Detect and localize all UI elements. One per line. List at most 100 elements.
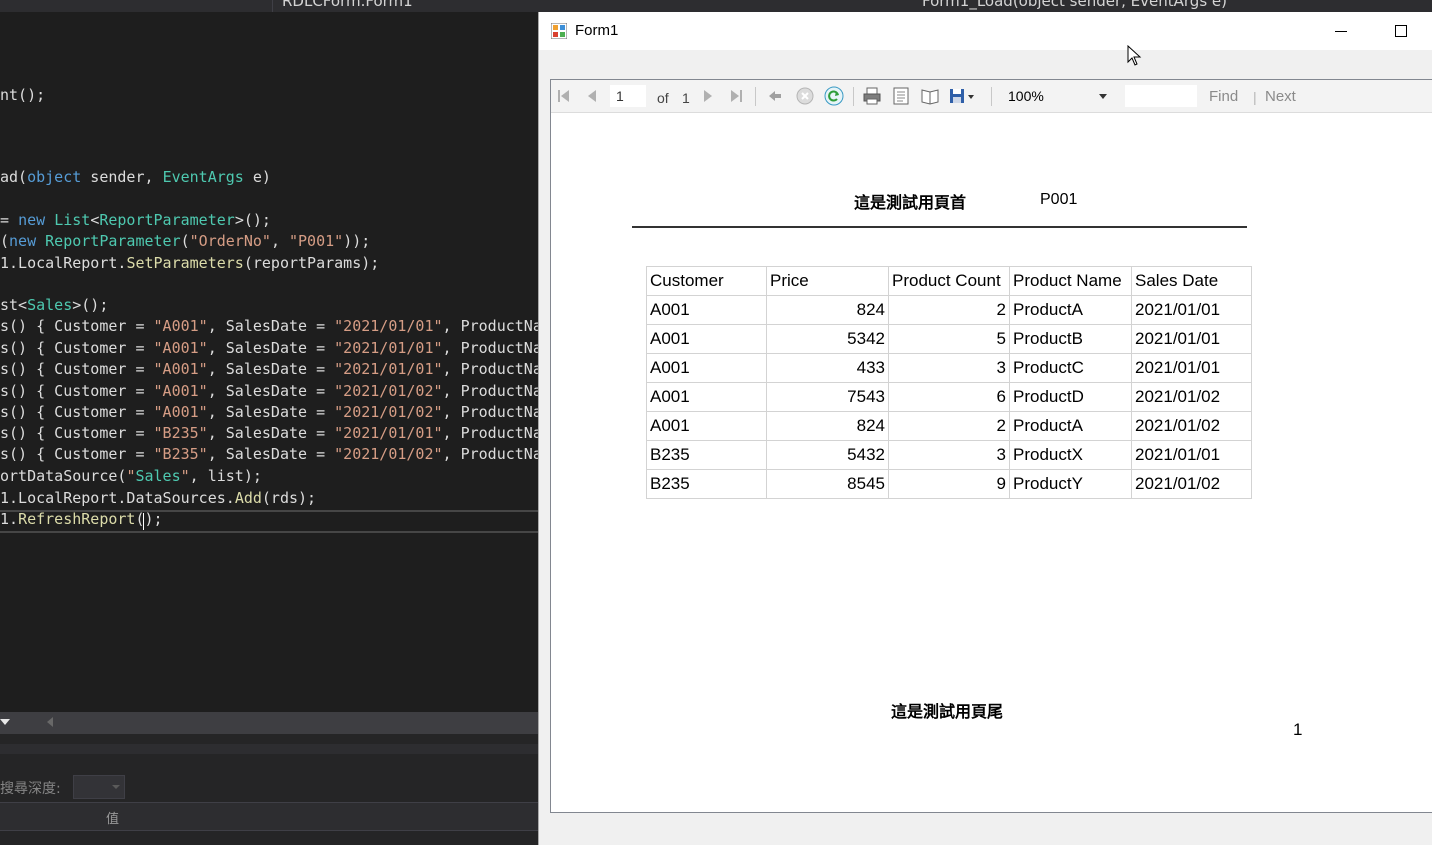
cell-sales-date: 2021/01/01 xyxy=(1131,295,1252,325)
next-page-icon[interactable] xyxy=(697,86,717,106)
cell-sales-date: 2021/01/01 xyxy=(1131,353,1252,383)
scroll-left-arrow-icon[interactable] xyxy=(47,717,53,727)
cell-price: 5342 xyxy=(766,324,889,354)
chevron-down-icon xyxy=(1099,94,1107,99)
last-page-icon[interactable] xyxy=(726,86,746,106)
value-column-header[interactable]: 值 xyxy=(106,808,119,827)
zoom-value: 100% xyxy=(1008,88,1044,104)
cell-price: 5432 xyxy=(766,440,889,470)
page-number: 1 xyxy=(1293,720,1303,739)
cell-price: 824 xyxy=(766,411,889,441)
code-line: ortDataSource("Sales", list); xyxy=(0,467,262,485)
code-line: = new List<ReportParameter>(); xyxy=(0,211,271,229)
report-viewer: 1 of 1 100% Find | Next 這是測試用頁首 P001 Cus… xyxy=(550,79,1432,813)
find-text-input[interactable] xyxy=(1125,85,1197,107)
tab-form1-designer[interactable]: RDLCForm.Form1 xyxy=(282,0,413,10)
report-toolbar: 1 of 1 100% Find | Next xyxy=(551,80,1432,113)
grid-divider xyxy=(0,830,538,831)
editor-horizontal-scrollbar[interactable] xyxy=(0,712,538,734)
column-header-sales-date: Sales Date xyxy=(1131,266,1252,296)
column-header-product-name: Product Name xyxy=(1009,266,1132,296)
maximize-button[interactable] xyxy=(1371,12,1431,50)
cell-product-name: ProductA xyxy=(1009,295,1132,325)
back-to-parent-icon[interactable] xyxy=(765,86,785,106)
window-title: Form1 xyxy=(575,22,619,39)
cell-product-name: ProductD xyxy=(1009,382,1132,412)
cell-product-count: 6 xyxy=(888,382,1010,412)
cell-customer: A001 xyxy=(646,295,767,325)
code-line: s() { Customer = "A001", SalesDate = "20… xyxy=(0,339,538,357)
cell-sales-date: 2021/01/02 xyxy=(1131,382,1252,412)
cell-product-count: 3 xyxy=(888,353,1010,383)
zoom-select[interactable]: 100% xyxy=(1004,85,1114,107)
code-line: 1.LocalReport.DataSources.Add(rds); xyxy=(0,489,317,507)
cell-sales-date: 2021/01/02 xyxy=(1131,411,1252,441)
find-next-button[interactable]: Next xyxy=(1265,88,1296,105)
table-row: B235 5432 3 ProductX 2021/01/01 xyxy=(646,440,1252,470)
code-line: 1.RefreshReport(); xyxy=(0,510,163,528)
toolbar-separator xyxy=(991,87,992,106)
cell-product-count: 2 xyxy=(888,295,1010,325)
cell-product-count: 5 xyxy=(888,324,1010,354)
cell-customer: A001 xyxy=(646,353,767,383)
cell-price: 433 xyxy=(766,353,889,383)
search-depth-label: 搜尋深度: xyxy=(0,781,61,797)
table-row: A001 824 2 ProductA 2021/01/02 xyxy=(646,411,1252,441)
minimize-button[interactable] xyxy=(1311,12,1371,50)
watch-panel: 搜尋深度: 值 xyxy=(0,734,538,845)
export-save-icon[interactable] xyxy=(948,86,980,106)
cell-price: 824 xyxy=(766,295,889,325)
stop-rendering-icon[interactable] xyxy=(795,86,815,106)
mouse-pointer-icon xyxy=(1127,45,1142,66)
print-icon[interactable] xyxy=(862,86,882,106)
search-depth-select[interactable] xyxy=(73,775,125,799)
table-row: A001 5342 5 ProductB 2021/01/01 xyxy=(646,324,1252,354)
cell-product-name: ProductB xyxy=(1009,324,1132,354)
toolbar-separator xyxy=(853,87,854,106)
table-row: A001 433 3 ProductC 2021/01/01 xyxy=(646,353,1252,383)
cell-product-count: 2 xyxy=(888,411,1010,441)
code-line: st<Sales>(); xyxy=(0,296,109,314)
cell-customer: B235 xyxy=(646,469,767,499)
find-button[interactable]: Find xyxy=(1209,88,1238,105)
cell-product-name: ProductC xyxy=(1009,353,1132,383)
zoom-dropdown-arrow-icon[interactable] xyxy=(0,719,10,725)
tab-divider xyxy=(272,0,273,12)
column-header-customer: Customer xyxy=(646,266,767,296)
find-next-divider: | xyxy=(1253,89,1257,105)
member-dropdown[interactable]: Form1_Load(object sender, EventArgs e) xyxy=(922,0,1227,10)
column-header-price: Price xyxy=(766,266,889,296)
toolbar-separator xyxy=(755,87,756,106)
code-editor[interactable]: nt(); ad(object sender, EventArgs e) = new… xyxy=(0,12,538,712)
report-page: 這是測試用頁首 P001 Customer Price Product Coun… xyxy=(551,113,1432,812)
cell-customer: A001 xyxy=(646,382,767,412)
cell-product-name: ProductA xyxy=(1009,411,1132,441)
print-layout-icon[interactable] xyxy=(891,86,911,106)
code-line: s() { Customer = "A001", SalesDate = "20… xyxy=(0,382,538,400)
cell-customer: A001 xyxy=(646,324,767,354)
cell-sales-date: 2021/01/01 xyxy=(1131,440,1252,470)
code-line: s() { Customer = "A001", SalesDate = "20… xyxy=(0,360,538,378)
table-row: B235 8545 9 ProductY 2021/01/02 xyxy=(646,469,1252,499)
page-header-title: 這是測試用頁首 xyxy=(854,193,967,212)
cell-customer: A001 xyxy=(646,411,767,441)
cell-customer: B235 xyxy=(646,440,767,470)
refresh-icon[interactable] xyxy=(824,86,844,106)
form-app-icon xyxy=(551,23,567,39)
sales-table: Customer Price Product Count Product Nam… xyxy=(646,266,1252,499)
code-line: nt(); xyxy=(0,86,46,104)
current-page-input[interactable]: 1 xyxy=(610,85,646,107)
text-caret xyxy=(143,513,144,530)
code-line: s() { Customer = "B235", SalesDate = "20… xyxy=(0,424,538,442)
cell-product-count: 3 xyxy=(888,440,1010,470)
window-titlebar[interactable]: Form1 xyxy=(539,12,1432,50)
first-page-icon[interactable] xyxy=(554,86,574,106)
chevron-down-icon xyxy=(112,785,120,789)
page-footer-title: 這是測試用頁尾 xyxy=(891,702,1004,721)
table-row: A001 824 2 ProductA 2021/01/01 xyxy=(646,295,1252,325)
table-header-row: Customer Price Product Count Product Nam… xyxy=(646,266,1252,296)
code-line: ad(object sender, EventArgs e) xyxy=(0,168,271,186)
code-line: s() { Customer = "A001", SalesDate = "20… xyxy=(0,403,538,421)
previous-page-icon[interactable] xyxy=(583,86,603,106)
page-setup-icon[interactable] xyxy=(920,86,940,106)
